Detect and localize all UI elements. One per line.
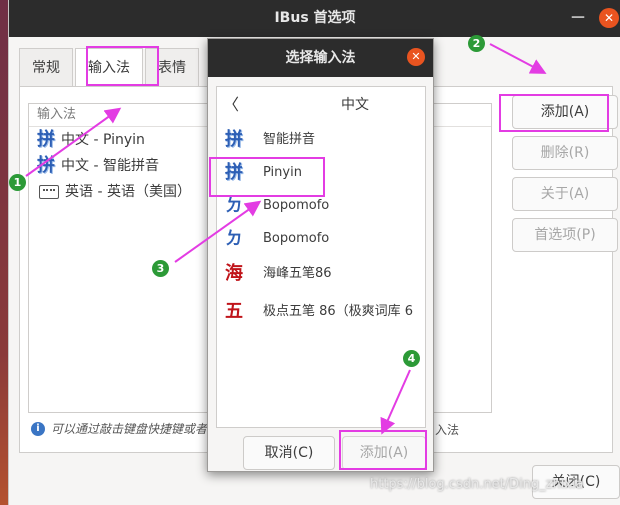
engine-haifeng-wubi[interactable]: 海 海峰五笔86 — [217, 255, 425, 293]
select-input-method-dialog: 选择输入法 ✕ 〈 中文 拼 智能拼音 拼 Pinyin ㄉ Bopomofo … — [207, 38, 434, 472]
highlight-pinyin-engine — [209, 157, 325, 197]
engine-bopomofo-2[interactable]: ㄉ Bopomofo — [217, 222, 425, 255]
engine-list: 〈 中文 拼 智能拼音 拼 Pinyin ㄉ Bopomofo ㄉ Bopomo… — [216, 86, 426, 428]
dialog-title: 选择输入法 — [285, 50, 356, 66]
tab-general[interactable]: 常规 — [19, 48, 73, 87]
language-label: 中文 — [341, 97, 369, 113]
language-header[interactable]: 〈 中文 — [217, 87, 425, 123]
screen: IBus 首选项 — ✕ 常规 输入法 表情 输入法 拼 中文 - Pinyin… — [0, 0, 620, 505]
step-badge-1: 1 — [9, 174, 26, 191]
info-text-tail: 入法 — [435, 423, 460, 437]
keyboard-icon — [39, 185, 59, 199]
wubi-hai-icon: 海 — [225, 263, 243, 284]
window-title: IBus 首选项 — [274, 10, 356, 26]
engine-label: 智能拼音 — [263, 132, 316, 147]
engine-label: 海峰五笔86 — [263, 266, 332, 281]
list-item-label: 中文 - 智能拼音 — [61, 158, 159, 174]
dialog-titlebar: 选择输入法 ✕ — [208, 39, 433, 77]
info-text: 可以通过敲击键盘快捷键或者 — [51, 422, 208, 436]
list-item-label: 中文 - Pinyin — [61, 132, 145, 148]
highlight-add-button — [499, 94, 609, 132]
list-item-label: 英语 - 英语（美国） — [65, 184, 191, 200]
step-badge-4: 4 — [403, 350, 420, 367]
engine-jidian-wubi[interactable]: 五 极点五笔 86（极爽词库 6 — [217, 293, 425, 331]
pinyin-icon: 拼 — [37, 129, 55, 150]
dialog-close-icon[interactable]: ✕ — [407, 48, 425, 66]
info-icon: i — [31, 421, 45, 436]
engine-label: Bopomofo — [263, 231, 330, 246]
watermark: https://blog.csdn.net/Ding_zhixia — [370, 477, 584, 492]
wubi-wu-icon: 五 — [225, 301, 243, 322]
pinyin-icon: 拼 — [225, 128, 243, 150]
minimize-icon[interactable]: — — [571, 10, 585, 24]
step-badge-2: 2 — [468, 35, 485, 52]
desktop-background — [0, 0, 8, 505]
engine-smart-pinyin[interactable]: 拼 智能拼音 — [217, 123, 425, 156]
back-chevron-icon[interactable]: 〈 — [223, 87, 239, 123]
window-titlebar: IBus 首选项 — ✕ — [9, 0, 620, 37]
dialog-cancel-button[interactable]: 取消(C) — [243, 436, 335, 470]
pinyin-icon: 拼 — [37, 155, 55, 176]
engine-label: 极点五笔 86（极爽词库 6 — [263, 304, 414, 319]
highlight-input-method-tab — [86, 46, 159, 86]
step-badge-3: 3 — [152, 260, 169, 277]
preferences-button[interactable]: 首选项(P) — [512, 218, 618, 252]
window-close-icon[interactable]: ✕ — [599, 8, 619, 28]
remove-button[interactable]: 删除(R) — [512, 136, 618, 170]
about-button[interactable]: 关于(A) — [512, 177, 618, 211]
bopomofo-icon: ㄉ — [225, 228, 243, 249]
highlight-dialog-add-button — [339, 430, 427, 470]
info-hint: i 可以通过敲击键盘快捷键或者 — [31, 420, 207, 437]
